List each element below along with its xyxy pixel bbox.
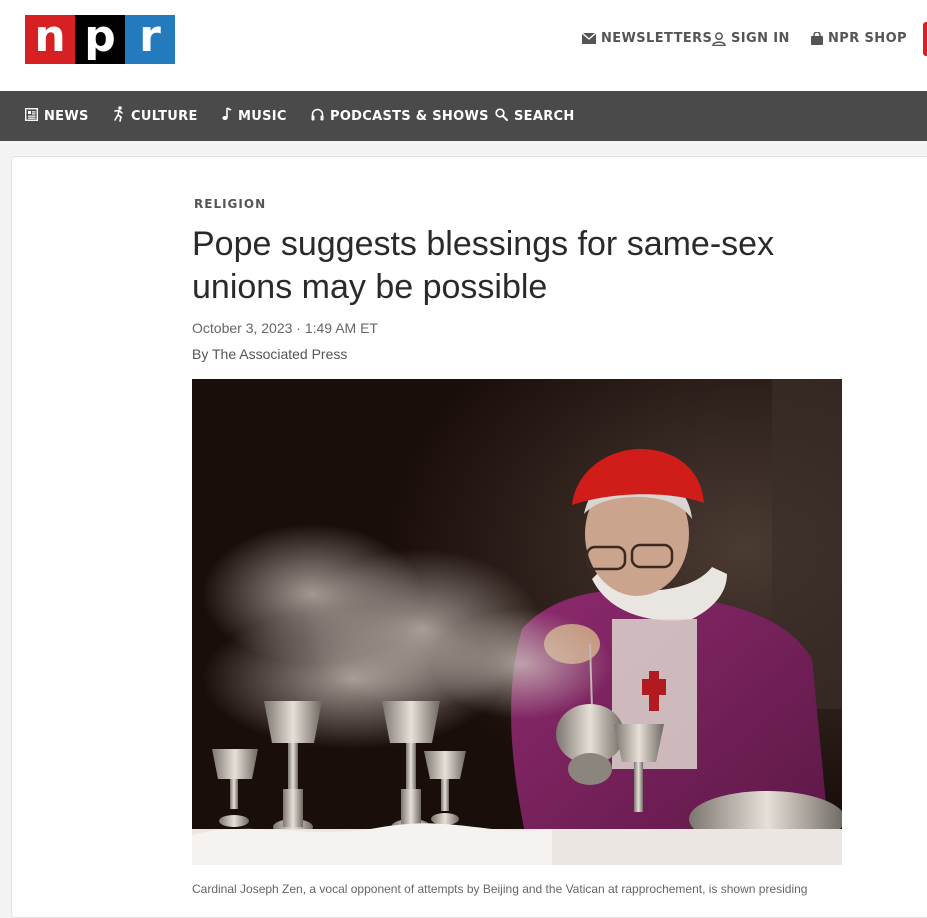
logo-letter-n: n	[25, 14, 75, 64]
mail-icon	[582, 33, 596, 44]
article-slug[interactable]: RELIGION	[194, 197, 266, 211]
npr-shop-label: NPR SHOP	[828, 31, 907, 46]
article-headline: Pope suggests blessings for same-sex uni…	[192, 225, 775, 306]
nav-search[interactable]: SEARCH	[495, 91, 575, 141]
npr-logo[interactable]: n p r	[25, 14, 175, 64]
nav-search-label: SEARCH	[514, 108, 575, 124]
user-icon	[712, 31, 726, 46]
nav-news-label: NEWS	[44, 108, 89, 124]
npr-shop-link[interactable]: NPR SHOP	[811, 31, 907, 46]
article-byline: By The Associated Press	[192, 346, 347, 362]
logo-letter-r: r	[125, 14, 175, 64]
main-nav: NEWS CULTURE MUSIC PODCASTS & SHOWS SEAR…	[0, 91, 927, 141]
newsletters-link[interactable]: NEWSLETTERS	[582, 31, 712, 46]
headphones-icon	[311, 108, 324, 125]
nav-news[interactable]: NEWS	[24, 91, 89, 141]
nav-music[interactable]: MUSIC	[222, 91, 287, 141]
article-photo[interactable]	[192, 379, 842, 865]
search-icon	[495, 107, 508, 125]
culture-icon	[113, 106, 125, 126]
nav-culture-label: CULTURE	[131, 108, 198, 124]
byline-prefix: By	[192, 346, 212, 362]
newsletters-label: NEWSLETTERS	[601, 31, 713, 46]
sign-in-link[interactable]: SIGN IN	[712, 31, 790, 46]
nav-music-label: MUSIC	[238, 108, 287, 124]
newspaper-icon	[24, 107, 39, 125]
nav-culture[interactable]: CULTURE	[113, 91, 198, 141]
donate-tab[interactable]	[923, 22, 927, 56]
logo-letter-p: p	[75, 14, 125, 64]
photo-caption: Cardinal Joseph Zen, a vocal opponent of…	[192, 882, 808, 896]
nav-podcasts-label: PODCASTS & SHOWS	[330, 108, 489, 124]
byline-author[interactable]: The Associated Press	[212, 346, 347, 362]
bag-icon	[811, 32, 823, 45]
music-note-icon	[222, 107, 232, 125]
sign-in-label: SIGN IN	[731, 31, 790, 46]
article-date: October 3, 2023 · 1:49 AM ET	[192, 320, 378, 336]
nav-podcasts-shows[interactable]: PODCASTS & SHOWS	[311, 91, 489, 141]
site-header: n p r NEWSLETTERS SIGN IN NPR SHOP	[0, 0, 927, 91]
